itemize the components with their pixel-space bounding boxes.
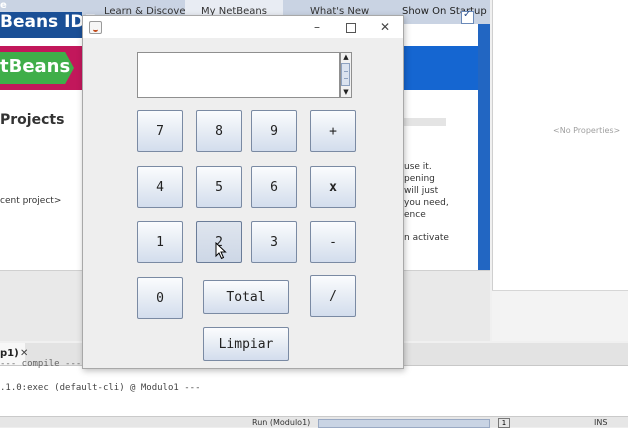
welcome-text-line: pening — [404, 174, 435, 184]
java-cup-icon — [89, 21, 102, 34]
scroll-up-icon[interactable]: ▲ — [340, 53, 352, 62]
key-1-button[interactable]: 1 — [137, 221, 183, 263]
welcome-text-line: use it. — [404, 162, 432, 172]
properties-panel — [492, 0, 628, 340]
properties-empty-label: <No Properties> — [553, 126, 621, 135]
key-8-button[interactable]: 8 — [196, 110, 242, 152]
calculator-window: – ✕ ▲ ▼ 7 8 9 + 4 5 6 x 1 2 3 - 0 Total … — [82, 15, 404, 369]
status-bar — [0, 416, 628, 427]
maximize-icon — [346, 22, 356, 33]
clear-button[interactable]: Limpiar — [203, 327, 289, 361]
scroll-thumb[interactable] — [341, 63, 350, 86]
netbeans-logo-text: tBeans — [0, 56, 71, 77]
welcome-text-line: ence — [404, 210, 426, 220]
properties-footer — [492, 290, 628, 341]
output-line: .1.0:exec (default-cli) @ Modulo1 --- — [0, 383, 201, 393]
show-on-startup-checkbox[interactable] — [461, 9, 474, 24]
section-divider — [402, 118, 446, 126]
key-6-button[interactable]: 6 — [251, 166, 297, 208]
ide-title-fragment: e — [0, 0, 7, 11]
divide-button[interactable]: / — [310, 275, 356, 317]
welcome-text-line: will just — [404, 186, 439, 196]
status-progress-bar — [318, 419, 490, 428]
status-notification-badge[interactable]: 1 — [498, 418, 510, 428]
scroll-down-icon[interactable]: ▼ — [340, 88, 352, 97]
maximize-button[interactable] — [334, 16, 368, 38]
welcome-text-line: n activate — [404, 233, 449, 243]
key-0-button[interactable]: 0 — [137, 277, 183, 319]
total-button[interactable]: Total — [203, 280, 289, 314]
projects-heading: Projects — [0, 112, 65, 128]
minus-button[interactable]: - — [310, 221, 356, 263]
minimize-button[interactable]: – — [300, 16, 334, 38]
key-5-button[interactable]: 5 — [196, 166, 242, 208]
close-button[interactable]: ✕ — [368, 16, 402, 38]
plus-button[interactable]: + — [310, 110, 356, 152]
key-7-button[interactable]: 7 — [137, 110, 183, 152]
key-3-button[interactable]: 3 — [251, 221, 297, 263]
key-9-button[interactable]: 9 — [251, 110, 297, 152]
welcome-text-line: you need, — [404, 198, 449, 208]
window-titlebar[interactable]: – ✕ — [83, 16, 403, 38]
calculator-display[interactable] — [137, 52, 340, 98]
multiply-button[interactable]: x — [310, 166, 356, 208]
key-4-button[interactable]: 4 — [137, 166, 183, 208]
recent-project-link[interactable]: cent project> — [0, 196, 61, 206]
banner-right-strip — [402, 46, 478, 90]
mouse-cursor-icon — [215, 242, 227, 260]
